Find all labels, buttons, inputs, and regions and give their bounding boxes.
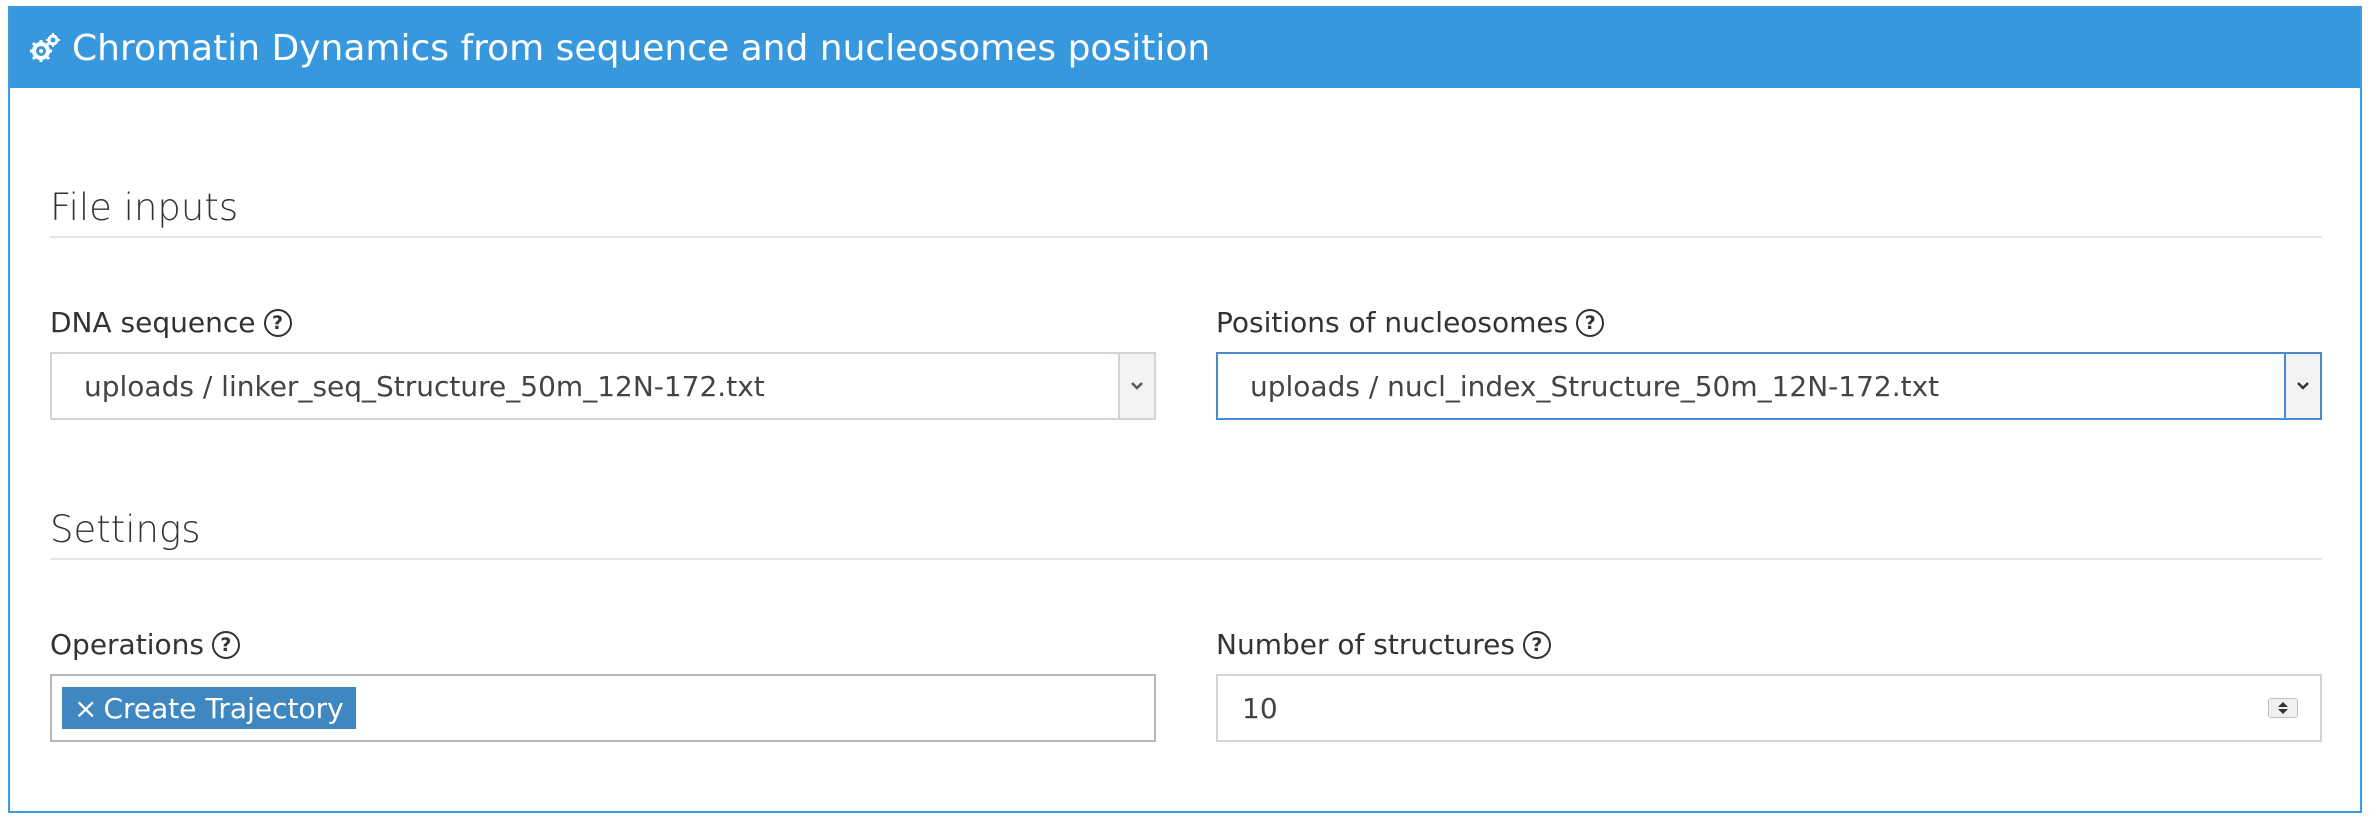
dna-sequence-select[interactable]: uploads / linker_seq_Structure_50m_12N-1… bbox=[50, 352, 1156, 420]
help-icon[interactable]: ? bbox=[211, 630, 240, 659]
help-icon[interactable]: ? bbox=[1576, 308, 1605, 337]
section-divider bbox=[50, 236, 2322, 238]
structures-label: Number of structures ? bbox=[1216, 628, 1551, 661]
nucleosome-positions-value: uploads / nucl_index_Structure_50m_12N-1… bbox=[1250, 369, 1940, 403]
help-icon[interactable]: ? bbox=[1522, 630, 1551, 659]
nucleosome-positions-select[interactable]: uploads / nucl_index_Structure_50m_12N-1… bbox=[1216, 352, 2322, 420]
operation-tag: × Create Trajectory bbox=[62, 687, 356, 729]
section-title-file-inputs: File inputs bbox=[50, 186, 239, 229]
structures-number-input[interactable]: 10 bbox=[1216, 674, 2322, 742]
operations-label-text: Operations bbox=[50, 628, 204, 661]
chevron-down-icon[interactable] bbox=[2284, 354, 2320, 418]
chevron-down-icon[interactable] bbox=[1118, 354, 1154, 418]
help-icon[interactable]: ? bbox=[263, 308, 292, 337]
nucleosome-positions-label: Positions of nucleosomes ? bbox=[1216, 306, 1605, 339]
section-title-settings: Settings bbox=[50, 508, 201, 551]
tool-panel: Chromatin Dynamics from sequence and nuc… bbox=[8, 6, 2362, 813]
dna-sequence-label: DNA sequence ? bbox=[50, 306, 292, 339]
nucleosome-positions-label-text: Positions of nucleosomes bbox=[1216, 306, 1569, 339]
section-divider bbox=[50, 558, 2322, 560]
dna-sequence-value: uploads / linker_seq_Structure_50m_12N-1… bbox=[84, 369, 765, 403]
dna-sequence-label-text: DNA sequence bbox=[50, 306, 256, 339]
operation-tag-label: Create Trajectory bbox=[103, 691, 344, 725]
structures-label-text: Number of structures bbox=[1216, 628, 1515, 661]
structures-value: 10 bbox=[1242, 691, 1278, 725]
panel-header: Chromatin Dynamics from sequence and nuc… bbox=[10, 8, 2360, 88]
remove-tag-icon[interactable]: × bbox=[74, 692, 97, 725]
operations-multiselect[interactable]: × Create Trajectory bbox=[50, 674, 1156, 742]
number-spinner-icon[interactable] bbox=[2268, 698, 2298, 718]
gears-icon bbox=[30, 33, 60, 63]
operations-label: Operations ? bbox=[50, 628, 240, 661]
page-title: Chromatin Dynamics from sequence and nuc… bbox=[72, 27, 1211, 69]
